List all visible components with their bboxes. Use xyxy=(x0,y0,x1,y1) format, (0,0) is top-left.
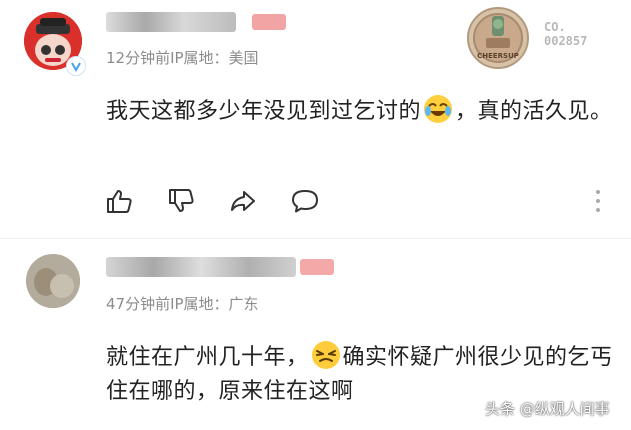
badge-code: CO. 002857 xyxy=(544,20,588,48)
squinting-face-emoji-icon xyxy=(311,340,341,370)
like-icon[interactable] xyxy=(104,186,134,216)
comment-meta: 12分钟前IP属地：美国 xyxy=(106,49,259,67)
divider xyxy=(0,238,631,239)
dislike-icon[interactable] xyxy=(166,186,196,216)
username-blurred[interactable] xyxy=(106,12,236,32)
laughing-tears-emoji-icon xyxy=(423,94,453,124)
svg-text:CHEERSUP: CHEERSUP xyxy=(477,52,519,60)
user-tag-blurred xyxy=(252,14,286,30)
cheers-up-badge-icon: CHEERSUP xyxy=(466,6,530,70)
avatar[interactable] xyxy=(26,254,80,308)
watermark: 头条 @纵观人间事 xyxy=(485,400,610,418)
user-tag-blurred xyxy=(300,259,334,275)
comment-meta: 47分钟前IP属地：广东 xyxy=(106,295,259,313)
comment-item: 12分钟前IP属地：美国 CHEERSUP CO. 002857 我天这都多少年没… xyxy=(0,0,631,238)
more-icon[interactable] xyxy=(592,188,604,214)
username-blurred[interactable] xyxy=(106,257,296,277)
verified-icon xyxy=(66,56,86,76)
share-icon[interactable] xyxy=(228,186,258,216)
comment-text: 我天这都多少年没见到过乞讨的 ，真的活久见。 xyxy=(106,94,616,129)
comment-icon[interactable] xyxy=(290,186,320,216)
